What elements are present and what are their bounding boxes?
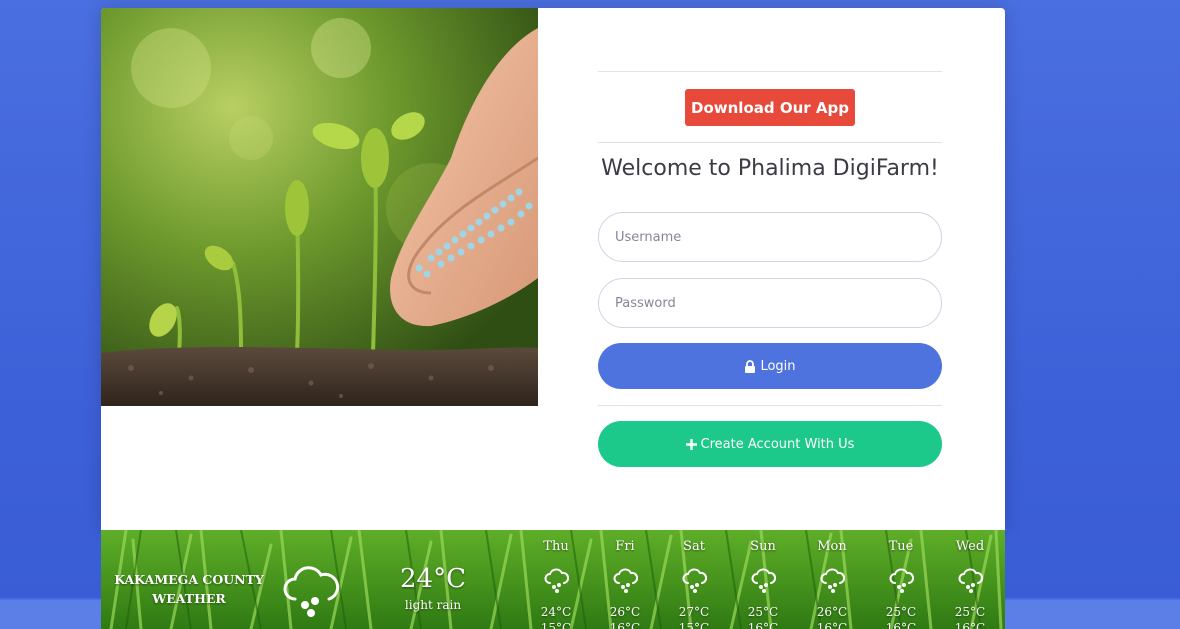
forecast-day-name: Thu xyxy=(543,539,569,554)
divider xyxy=(598,71,942,72)
weather-location: KAKAMEGA COUNTY WEATHER xyxy=(114,572,264,606)
forecast-high: 25°C xyxy=(885,605,917,619)
forecast-low: 16°C xyxy=(816,621,848,629)
forecast-day-name: Tue xyxy=(888,539,914,554)
forecast-day: Sat 27°C 15°C xyxy=(664,530,724,629)
rain-cloud-icon xyxy=(612,568,639,598)
rain-cloud-icon xyxy=(681,568,708,598)
forecast-high: 27°C xyxy=(678,605,710,619)
divider xyxy=(598,405,942,406)
forecast-high: 24°C xyxy=(540,605,572,619)
welcome-title: Welcome to Phalima DigiFarm! xyxy=(601,156,939,181)
forecast-low: 16°C xyxy=(954,621,986,629)
forecast-low: 15°C xyxy=(678,621,710,629)
forecast-day-name: Sun xyxy=(750,539,776,554)
forecast-high: 26°C xyxy=(816,605,848,619)
create-account-label: Create Account With Us xyxy=(700,436,855,452)
forecast-day: Fri 26°C 16°C xyxy=(595,530,655,629)
forecast-day-name: Wed xyxy=(955,539,985,554)
forecast-low: 16°C xyxy=(747,621,779,629)
lock-icon xyxy=(745,359,756,373)
forecast-day: Mon 26°C 16°C xyxy=(802,530,862,629)
current-temperature: 24°C xyxy=(400,564,466,594)
forecast-day: Wed 25°C 16°C xyxy=(940,530,1000,629)
forecast-low: 15°C xyxy=(540,621,572,629)
forecast-low: 16°C xyxy=(609,621,641,629)
password-input[interactable] xyxy=(598,278,942,328)
create-account-button[interactable]: Create Account With Us xyxy=(598,421,942,467)
forecast-day-name: Sat xyxy=(683,539,705,554)
forecast-high: 25°C xyxy=(954,605,986,619)
username-input[interactable] xyxy=(598,212,942,262)
download-app-button[interactable]: Download Our App xyxy=(685,89,855,126)
rain-cloud-icon xyxy=(543,568,570,598)
login-label: Login xyxy=(760,358,796,374)
forecast-day: Sun 25°C 16°C xyxy=(733,530,793,629)
plus-icon xyxy=(685,438,697,450)
seedling-hero-image xyxy=(101,8,538,406)
forecast-day-name: Mon xyxy=(817,539,847,554)
forecast-low: 16°C xyxy=(885,621,917,629)
login-button[interactable]: Login xyxy=(598,343,942,389)
forecast-high: 26°C xyxy=(609,605,641,619)
login-card: Download Our App Welcome to Phalima Digi… xyxy=(101,8,1005,530)
rain-cloud-icon xyxy=(957,568,984,598)
weather-widget: KAKAMEGA COUNTY WEATHER 24°C light rain … xyxy=(101,530,1005,629)
rain-cloud-icon xyxy=(888,568,915,598)
forecast-day-name: Fri xyxy=(615,539,635,554)
weather-condition: light rain xyxy=(404,598,462,612)
rain-cloud-icon xyxy=(819,568,846,598)
forecast-day: Tue 25°C 16°C xyxy=(871,530,931,629)
rain-cloud-icon xyxy=(283,566,340,617)
forecast-day: Thu 24°C 15°C xyxy=(526,530,586,629)
rain-cloud-icon xyxy=(750,568,777,598)
divider xyxy=(598,142,942,143)
forecast-high: 25°C xyxy=(747,605,779,619)
